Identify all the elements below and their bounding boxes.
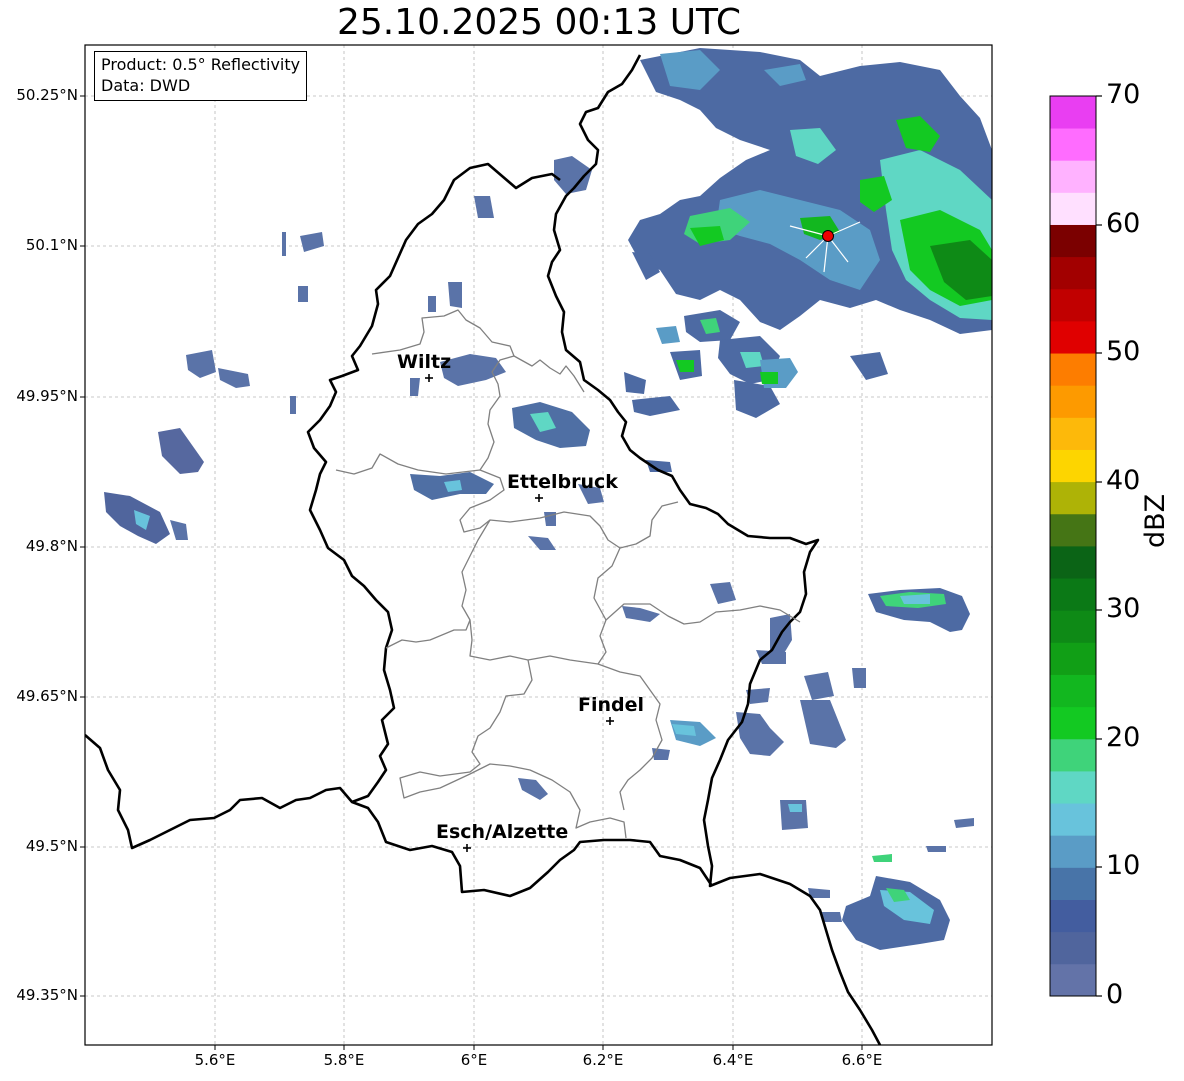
city-label-findel: Findel xyxy=(578,694,645,716)
colorbar-bin xyxy=(1050,674,1096,708)
colorbar-bin xyxy=(1050,353,1096,386)
colorbar-bin xyxy=(1050,160,1096,193)
colorbar-tick-label: 40 xyxy=(1106,465,1141,496)
colorbar-bin xyxy=(1050,963,1096,997)
data-source-text: Data: DWD xyxy=(101,76,191,95)
lat-label: 49.35°N xyxy=(16,986,78,1004)
lat-label: 49.95°N xyxy=(16,387,78,405)
product-text: Product: 0.5° Reflectivity xyxy=(101,55,301,74)
colorbar-bin xyxy=(1050,738,1096,772)
colorbar xyxy=(1050,96,1096,997)
colorbar-bin xyxy=(1050,96,1096,129)
colorbar-tick-label: 0 xyxy=(1106,979,1124,1010)
marker-esch xyxy=(463,844,471,852)
colorbar-bin xyxy=(1050,931,1096,965)
colorbar-bin xyxy=(1050,578,1096,611)
city-label-esch-alzette: Esch/Alzette xyxy=(436,821,569,843)
marker-wiltz xyxy=(425,374,433,382)
lat-label: 50.25°N xyxy=(16,86,78,104)
product-info-box: Product: 0.5° Reflectivity Data: DWD xyxy=(94,51,308,101)
colorbar-bin xyxy=(1050,481,1096,515)
colorbar-bin xyxy=(1050,513,1096,547)
colorbar-bin xyxy=(1050,192,1096,225)
colorbar-bin xyxy=(1050,642,1096,675)
lon-label: 5.6°E xyxy=(194,1051,236,1069)
lat-label: 49.65°N xyxy=(16,687,78,705)
colorbar-bin xyxy=(1050,417,1096,450)
colorbar-bin xyxy=(1050,610,1096,643)
colorbar-bin xyxy=(1050,706,1096,740)
lon-label: 6.6°E xyxy=(841,1051,883,1069)
radar-site-marker xyxy=(822,230,834,242)
city-label-wiltz: Wiltz xyxy=(397,351,452,373)
colorbar-tick-label: 20 xyxy=(1106,722,1141,753)
colorbar-label: dBZ xyxy=(1140,493,1171,548)
colorbar-bin xyxy=(1050,385,1096,418)
lat-label: 50.1°N xyxy=(25,236,78,254)
colorbar-bin xyxy=(1050,256,1096,290)
canton-borders xyxy=(335,309,801,839)
colorbar-bin xyxy=(1050,321,1096,354)
lat-label: 49.8°N xyxy=(25,537,78,555)
colorbar-bin xyxy=(1050,224,1096,258)
colorbar-bin xyxy=(1050,288,1096,322)
lon-label: 6°E xyxy=(460,1051,488,1069)
marker-ettelbruck xyxy=(535,494,543,502)
lon-label: 5.8°E xyxy=(323,1051,365,1069)
lon-label: 6.4°E xyxy=(712,1051,754,1069)
colorbar-bin xyxy=(1050,835,1096,868)
colorbar-bin xyxy=(1050,867,1096,900)
lat-label: 49.5°N xyxy=(25,837,78,855)
city-label-ettelbruck: Ettelbruck xyxy=(507,471,618,493)
radar-echoes xyxy=(104,48,992,950)
colorbar-bin xyxy=(1050,546,1096,579)
colorbar-tick-label: 10 xyxy=(1106,850,1141,881)
colorbar-bin xyxy=(1050,899,1096,933)
lon-label: 6.2°E xyxy=(582,1051,624,1069)
colorbar-tick-label: 30 xyxy=(1106,593,1141,624)
colorbar-bin xyxy=(1050,803,1096,836)
colorbar-ticks xyxy=(1096,95,1102,997)
colorbar-tick-label: 60 xyxy=(1106,208,1141,239)
marker-findel xyxy=(606,717,614,725)
colorbar-tick-label: 70 xyxy=(1106,79,1141,110)
radar-map xyxy=(80,44,1102,1050)
colorbar-tick-label: 50 xyxy=(1106,336,1141,367)
colorbar-bin xyxy=(1050,771,1096,804)
colorbar-bin xyxy=(1050,449,1096,483)
colorbar-bin xyxy=(1050,128,1096,161)
